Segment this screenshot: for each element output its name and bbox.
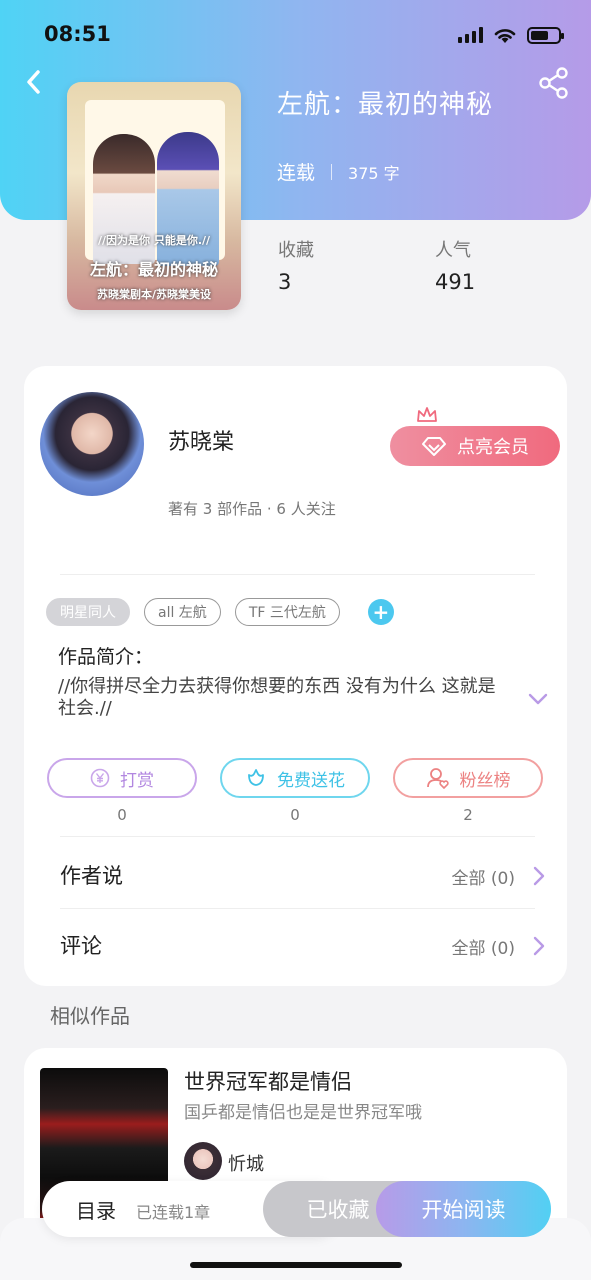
similar-work-title: 世界冠军都是情侣 — [184, 1070, 352, 1094]
divider — [60, 836, 535, 837]
comments-count: 全部 (0) — [451, 939, 515, 959]
stat-popularity: 人气 491 — [435, 236, 475, 294]
comments-label: 评论 — [60, 934, 102, 958]
flower-count: 0 — [290, 806, 300, 824]
fans-icon — [426, 768, 449, 789]
divider — [60, 574, 535, 575]
toc-label: 目录 — [76, 1199, 116, 1223]
send-flower-label: 免费送花 — [277, 770, 345, 791]
author-says-row[interactable]: 作者说 全部 (0) — [24, 844, 567, 904]
yen-icon — [90, 768, 110, 788]
author-avatar[interactable] — [40, 392, 144, 496]
author-info: 著有 3 部作品 · 6 人关注 — [168, 500, 336, 518]
status-bar: 08:51 — [0, 0, 591, 70]
back-icon[interactable] — [18, 64, 54, 100]
start-reading-button[interactable]: 开始阅读 — [376, 1181, 551, 1237]
status-icons — [458, 26, 564, 44]
author-says-count: 全部 (0) — [451, 869, 515, 889]
author-says-label: 作者说 — [60, 864, 123, 888]
book-title: 左航：最初的神秘 — [277, 90, 494, 120]
author-name[interactable]: 苏晓棠 — [168, 424, 234, 456]
similar-work-author: 忻城 — [228, 1154, 264, 1175]
author-card: 苏晓棠 著有 3 部作品 · 6 人关注 点亮会员 明星同人 all 左航 TF… — [24, 366, 567, 986]
crown-icon — [417, 407, 437, 422]
chevron-right-icon — [533, 866, 545, 886]
cover-credits: 苏晓棠剧本/苏晓棠美设 — [96, 288, 212, 301]
flower-icon — [248, 769, 264, 786]
book-cover[interactable]: //因为是你 只能是你.// 左航：最初的神秘 苏晓棠剧本/苏晓棠美设 — [67, 82, 241, 310]
book-meta: 连载 375 字 — [277, 158, 400, 185]
tag-item[interactable]: all 左航 — [144, 598, 221, 626]
stat-value: 491 — [435, 270, 476, 294]
comments-row[interactable]: 评论 全部 (0) — [24, 914, 567, 974]
intro-label: 作品简介： — [58, 646, 154, 668]
cover-tagline: //因为是你 只能是你.// — [97, 234, 211, 247]
similar-work-desc: 国乒都是情侣也是是世界冠军哦 — [184, 1103, 422, 1123]
signal-icon — [458, 27, 483, 43]
chevron-right-icon — [533, 936, 545, 956]
similar-works-title: 相似作品 — [50, 1004, 130, 1028]
fans-rank-button[interactable]: 粉丝榜 — [393, 758, 543, 798]
tip-button[interactable]: 打赏 — [47, 758, 197, 798]
diamond-icon — [422, 437, 446, 456]
stat-favorites: 收藏 3 — [278, 236, 314, 294]
tag-item[interactable]: 明星同人 — [46, 598, 130, 626]
stat-value: 3 — [278, 270, 292, 294]
stat-label: 收藏 — [278, 240, 314, 261]
vip-button[interactable]: 点亮会员 — [390, 426, 560, 466]
add-tag-button[interactable]: + — [367, 599, 394, 625]
tag-item[interactable]: TF 三代左航 — [234, 598, 340, 626]
tip-label: 打赏 — [120, 770, 154, 791]
battery-icon — [527, 26, 564, 44]
toc-status: 已连载1章 — [136, 1203, 211, 1222]
fans-rank-label: 粉丝榜 — [459, 770, 511, 791]
home-indicator — [190, 1262, 402, 1268]
share-icon[interactable] — [537, 66, 571, 100]
book-status: 连载 — [277, 162, 316, 184]
status-time: 08:51 — [44, 22, 111, 46]
send-flower-button[interactable]: 免费送花 — [220, 758, 370, 798]
vip-button-label: 点亮会员 — [457, 437, 529, 458]
stat-label: 人气 — [435, 240, 471, 261]
avatar — [184, 1142, 222, 1180]
chevron-down-icon[interactable] — [527, 692, 549, 706]
cover-title: 左航：最初的神秘 — [89, 260, 218, 279]
intro-text: //你得拼尽全力去获得你想要的东西 没有为什么 这就是社会.// — [58, 676, 496, 719]
divider — [60, 908, 535, 909]
tip-count: 0 — [117, 806, 127, 824]
word-count: 375 字 — [348, 163, 400, 183]
wifi-icon — [494, 29, 516, 43]
meta-divider — [331, 163, 333, 180]
tag-list: 明星同人 all 左航 TF 三代左航 + — [46, 598, 394, 626]
fans-count: 2 — [463, 806, 473, 824]
